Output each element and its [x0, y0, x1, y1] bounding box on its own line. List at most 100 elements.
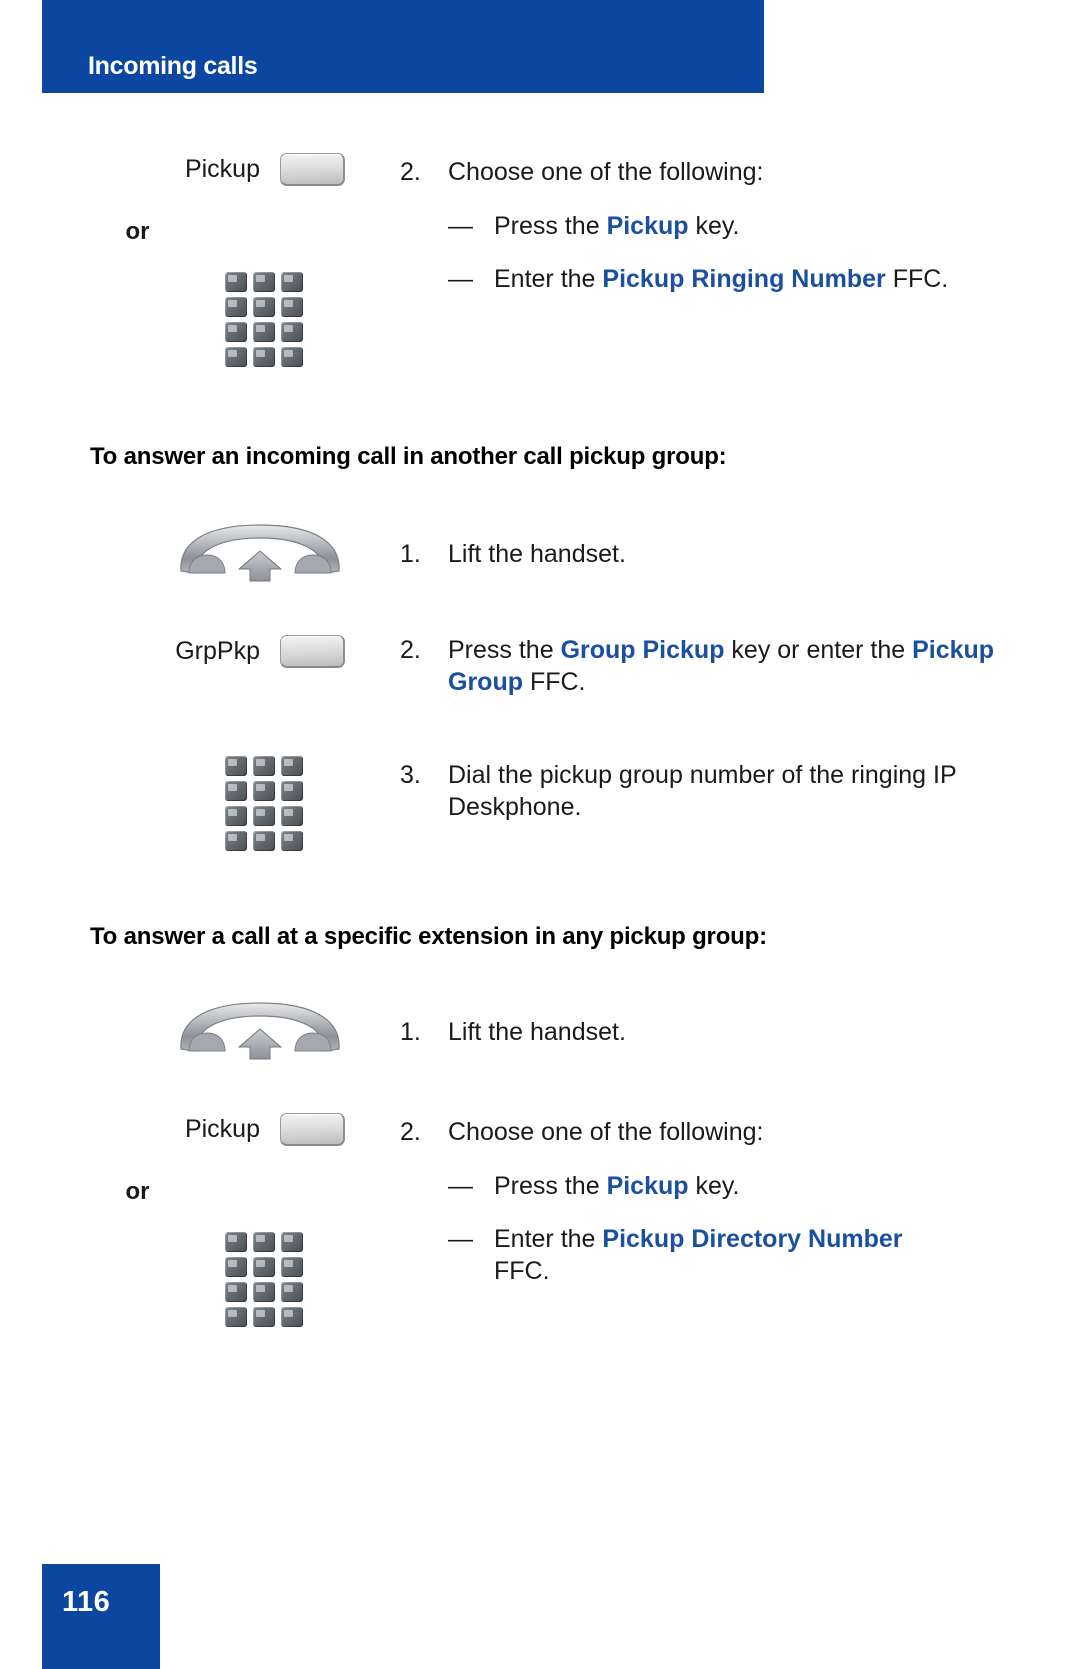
sub-step-post: FFC.	[885, 265, 949, 293]
procedure-steps-column: 1. Lift the handset.	[400, 521, 1080, 571]
sub-step-item: — Enter the Pickup Ringing Number FFC.	[448, 264, 1010, 296]
sub-step-item: — Press the Pickup key.	[448, 211, 1010, 243]
dialpad-key	[253, 297, 275, 317]
dialpad-key	[253, 322, 275, 342]
step-number: 2.	[400, 158, 421, 186]
dialpad-key	[253, 1282, 275, 1302]
em-dash-marker: —	[448, 265, 473, 293]
procedure-row-pickup-2: Pickup or 2. Choose one of the following…	[0, 1113, 1080, 1327]
step-text: Choose one of the following:	[448, 1118, 764, 1146]
page-header-bar: Incoming calls	[42, 0, 764, 93]
dialpad-key	[225, 347, 247, 367]
dialpad-key	[253, 1232, 275, 1252]
step-item: 1. Lift the handset.	[400, 1017, 1010, 1049]
section-heading-another-group: To answer an incoming call in another ca…	[90, 443, 727, 470]
step-number: 2.	[400, 1118, 421, 1146]
sub-step-emphasis: Pickup	[606, 211, 689, 240]
dialpad-key	[225, 806, 247, 826]
step-item: 2. Choose one of the following:	[400, 157, 1010, 189]
procedure-icons-column	[0, 999, 400, 1061]
em-dash-marker: —	[448, 1225, 473, 1253]
section-heading-specific-extension: To answer a call at a specific extension…	[90, 923, 767, 950]
softkey-label: Pickup	[184, 155, 260, 183]
em-dash-marker: —	[448, 211, 473, 240]
dialpad-icon	[225, 756, 303, 851]
sub-step-text: Press the Pickup key.	[494, 211, 1010, 243]
sub-step-item: — Enter the Pickup Directory Number FFC.	[448, 1224, 1010, 1287]
sub-step-text: Enter the Pickup Ringing Number FFC.	[494, 264, 1010, 296]
softkey-icon[interactable]	[280, 153, 345, 186]
softkey-row-pickup: Pickup	[0, 153, 400, 186]
sub-step-pre: Press the	[494, 211, 607, 240]
step-text: Lift the handset.	[448, 1018, 626, 1046]
dialpad-key	[253, 1257, 275, 1277]
sub-step-post: key.	[688, 1171, 740, 1200]
step-text: Dial the pickup group number of the ring…	[448, 761, 957, 821]
softkey-row-pickup-2: Pickup	[0, 1113, 400, 1146]
dialpad-key	[253, 831, 275, 851]
step-item: 2. Press the Group Pickup key or enter t…	[400, 635, 1010, 698]
procedure-icons-column	[0, 521, 400, 583]
step-text-mid: key or enter the	[724, 636, 913, 664]
dialpad-key	[225, 1257, 247, 1277]
dialpad-key	[253, 272, 275, 292]
step-item: 2. Choose one of the following:	[400, 1117, 1010, 1149]
dialpad-key	[281, 322, 303, 342]
dialpad-key	[281, 272, 303, 292]
dialpad-key	[281, 781, 303, 801]
step-number: 1.	[400, 1018, 421, 1046]
softkey-label: Pickup	[184, 1115, 260, 1143]
dialpad-key	[281, 1282, 303, 1302]
page-number: 116	[62, 1586, 111, 1618]
step-number: 3.	[400, 761, 421, 789]
procedure-steps-column: 2. Press the Group Pickup key or enter t…	[400, 635, 1080, 698]
sub-step-pre: Enter the	[494, 265, 603, 293]
dialpad-key	[225, 322, 247, 342]
dialpad-icon	[225, 272, 303, 367]
step-text-post: FFC.	[523, 667, 586, 696]
procedure-row-group-pickup: GrpPkp 2. Press the Group Pickup key or …	[0, 635, 1080, 698]
procedure-row-pickup: Pickup or 2. Choose one of the following…	[0, 153, 1080, 367]
sub-step-pre: Press the	[494, 1171, 607, 1200]
or-separator-label: or	[125, 218, 150, 245]
dialpad-key	[225, 756, 247, 776]
sub-step-item: — Press the Pickup key.	[448, 1171, 1010, 1203]
or-separator-label: or	[125, 1178, 150, 1205]
dialpad-key	[253, 756, 275, 776]
step-text: Lift the handset.	[448, 540, 626, 568]
dialpad-key	[225, 1232, 247, 1252]
procedure-row-dial-group-number: 3. Dial the pickup group number of the r…	[0, 756, 1080, 851]
softkey-icon[interactable]	[280, 635, 345, 668]
procedure-steps-column: 1. Lift the handset.	[400, 999, 1080, 1049]
sub-step-text: Enter the Pickup Directory Number FFC.	[494, 1224, 924, 1287]
dialpad-key	[253, 781, 275, 801]
step-text: Choose one of the following:	[448, 158, 764, 186]
handset-icon	[175, 521, 345, 583]
procedure-row-lift-handset: 1. Lift the handset.	[0, 521, 1080, 583]
sub-step-emphasis: Pickup	[606, 1171, 689, 1200]
sub-step-post: key.	[688, 211, 740, 240]
dialpad-key	[281, 831, 303, 851]
em-dash-marker: —	[448, 1171, 473, 1200]
procedure-icons-column	[0, 756, 400, 851]
step-number: 2.	[400, 636, 421, 664]
step-item: 3. Dial the pickup group number of the r…	[400, 760, 1010, 823]
dialpad-key	[225, 1307, 247, 1327]
procedure-steps-column: 2. Choose one of the following: — Press …	[400, 153, 1080, 296]
sub-step-text: Press the Pickup key.	[494, 1171, 1010, 1203]
softkey-icon[interactable]	[280, 1113, 345, 1146]
procedure-steps-column: 2. Choose one of the following: — Press …	[400, 1113, 1080, 1287]
softkey-label: GrpPkp	[175, 637, 260, 665]
dialpad-key	[225, 781, 247, 801]
procedure-icons-column: Pickup or	[0, 153, 400, 367]
dialpad-key	[253, 806, 275, 826]
dialpad-key	[281, 297, 303, 317]
dialpad-key	[253, 347, 275, 367]
handset-icon	[175, 999, 345, 1061]
step-emphasis-group-pickup: Group Pickup	[560, 636, 725, 664]
procedure-icons-column: Pickup or	[0, 1113, 400, 1327]
step-item: 1. Lift the handset.	[400, 539, 1010, 571]
page-title: Incoming calls	[88, 52, 258, 80]
dialpad-key	[281, 1232, 303, 1252]
dialpad-key	[253, 1307, 275, 1327]
